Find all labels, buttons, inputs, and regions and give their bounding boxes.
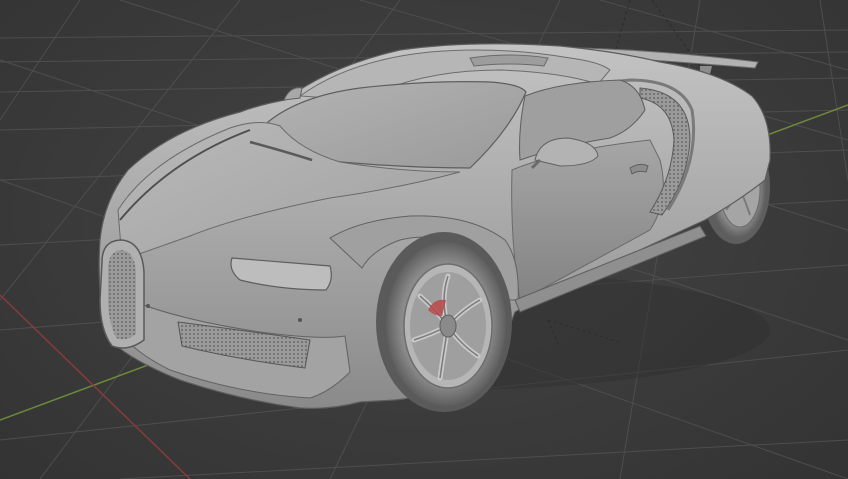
front-sensor <box>146 304 150 308</box>
roof-scoop <box>469 54 549 67</box>
far-side-mirror <box>283 87 303 101</box>
front-sensor-2 <box>298 318 302 322</box>
3d-viewport[interactable] <box>0 0 848 479</box>
horseshoe-grille <box>99 239 145 349</box>
viewport-canvas <box>0 0 848 479</box>
front-wheel <box>376 232 512 412</box>
